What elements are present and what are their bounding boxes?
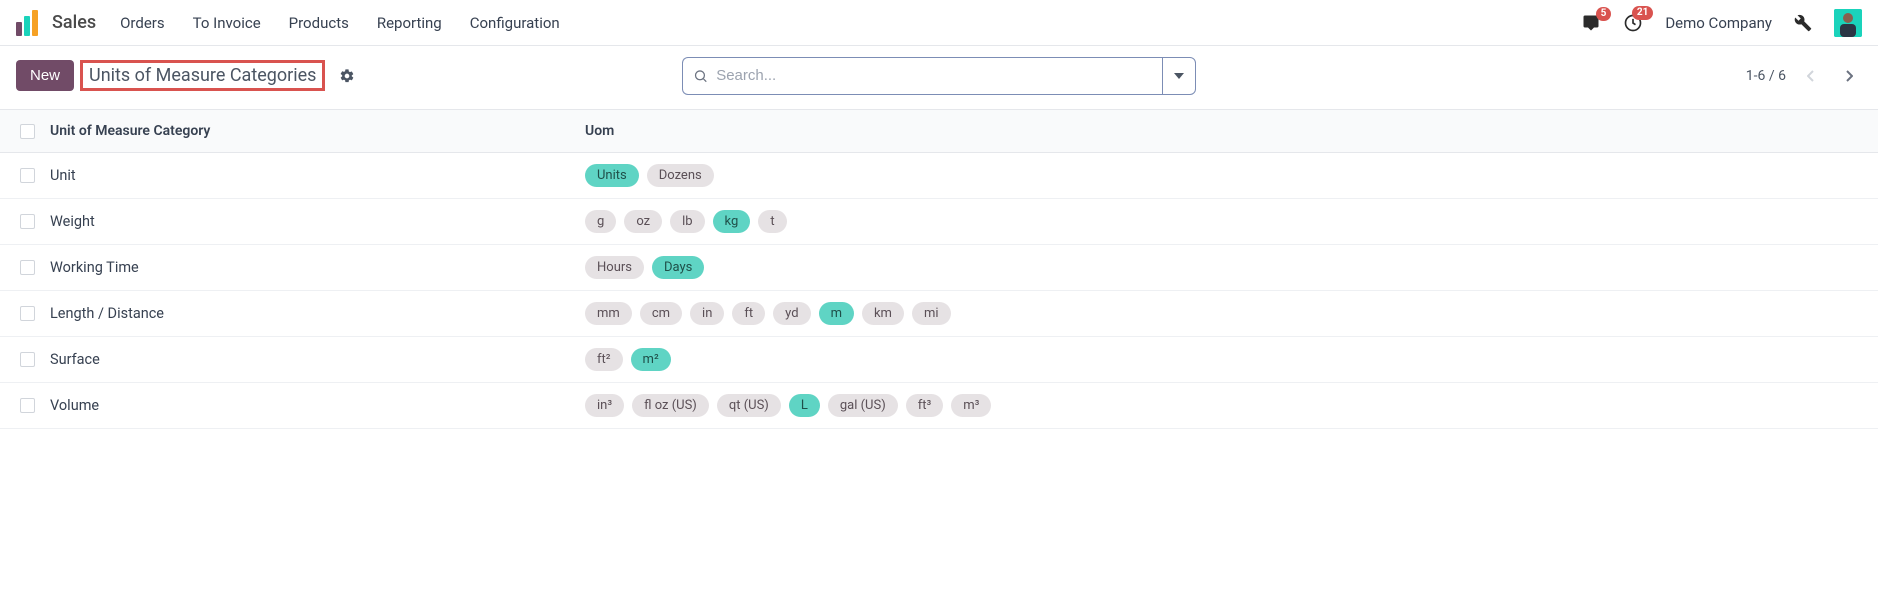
uom-tag[interactable]: cm <box>640 302 682 325</box>
category-name: Weight <box>50 213 95 230</box>
row-checkbox[interactable] <box>20 168 35 183</box>
control-panel: New Units of Measure Categories 1-6 / 6 <box>0 46 1878 109</box>
nav-menu: Orders To Invoice Products Reporting Con… <box>120 14 560 32</box>
table-row[interactable]: Surface ft² m² <box>0 337 1878 383</box>
table-body: Unit Units Dozens Weight gozlbkgt Working Tim… <box>0 153 1878 429</box>
activities-badge: 21 <box>1632 6 1653 20</box>
pager-text[interactable]: 1-6 / 6 <box>1746 68 1786 84</box>
nav-right: 5 21 Demo Company <box>1581 9 1862 37</box>
messages-badge: 5 <box>1596 7 1612 21</box>
uom-tags: ft² m² <box>585 348 1858 371</box>
breadcrumb-title: Units of Measure Categories <box>80 60 325 91</box>
table-row[interactable]: Volume in³ fl oz (US) qt (US) Lgal (US) ft³ m³ <box>0 383 1878 429</box>
uom-tag[interactable]: kg <box>713 210 751 233</box>
search-box[interactable] <box>682 57 1162 95</box>
header-uom[interactable]: Uom <box>585 123 1858 139</box>
category-name: Surface <box>50 351 100 368</box>
uom-tag[interactable]: L <box>789 394 820 417</box>
search-wrap <box>682 57 1196 95</box>
nav-item-configuration[interactable]: Configuration <box>470 14 560 32</box>
navbar: Sales Orders To Invoice Products Reporti… <box>0 0 1878 46</box>
search-icon <box>693 68 708 84</box>
uom-tag[interactable]: Dozens <box>647 164 714 187</box>
company-selector[interactable]: Demo Company <box>1665 14 1772 32</box>
category-name: Unit <box>50 167 76 184</box>
chevron-right-icon <box>1845 70 1853 82</box>
uom-tags: Units Dozens <box>585 164 1858 187</box>
pager-prev[interactable] <box>1798 62 1824 90</box>
uom-tag[interactable]: mi <box>912 302 951 325</box>
table-row[interactable]: Length / Distance mmcminftydmkmmi <box>0 291 1878 337</box>
uom-tags: Hours Days <box>585 256 1858 279</box>
app-logo-icon[interactable] <box>16 10 38 36</box>
category-name: Volume <box>50 397 99 414</box>
uom-tag[interactable]: mm <box>585 302 632 325</box>
nav-item-orders[interactable]: Orders <box>120 14 165 32</box>
pager-next[interactable] <box>1836 62 1862 90</box>
debug-icon[interactable] <box>1794 14 1812 32</box>
uom-tag[interactable]: km <box>862 302 904 325</box>
category-name: Length / Distance <box>50 305 164 322</box>
row-checkbox[interactable] <box>20 306 35 321</box>
select-all-checkbox[interactable] <box>20 124 35 139</box>
uom-tags: in³ fl oz (US) qt (US) Lgal (US) ft³ m³ <box>585 394 1858 417</box>
uom-tag[interactable]: m³ <box>951 394 991 417</box>
table-row[interactable]: Unit Units Dozens <box>0 153 1878 199</box>
uom-tag[interactable]: lb <box>670 210 704 233</box>
uom-tag[interactable]: in³ <box>585 394 624 417</box>
nav-item-to-invoice[interactable]: To Invoice <box>193 14 261 32</box>
pager: 1-6 / 6 <box>1746 62 1862 90</box>
app-name[interactable]: Sales <box>52 12 96 33</box>
uom-tag[interactable]: qt (US) <box>717 394 781 417</box>
uom-tag[interactable]: ft <box>732 302 765 325</box>
uom-tag[interactable]: oz <box>624 210 662 233</box>
row-checkbox[interactable] <box>20 398 35 413</box>
messages-icon[interactable]: 5 <box>1581 14 1601 32</box>
uom-tag[interactable]: fl oz (US) <box>632 394 709 417</box>
row-checkbox[interactable] <box>20 214 35 229</box>
uom-tag[interactable]: in <box>690 302 724 325</box>
uom-tags: gozlbkgt <box>585 210 1858 233</box>
table-row[interactable]: Weight gozlbkgt <box>0 199 1878 245</box>
uom-tag[interactable]: m² <box>631 348 671 371</box>
nav-item-reporting[interactable]: Reporting <box>377 14 442 32</box>
row-checkbox[interactable] <box>20 352 35 367</box>
list-view: Unit of Measure Category Uom Unit Units Do… <box>0 109 1878 429</box>
uom-tag[interactable]: ft² <box>585 348 623 371</box>
uom-tag[interactable]: Hours <box>585 256 644 279</box>
new-button[interactable]: New <box>16 60 74 91</box>
uom-tags: mmcminftydmkmmi <box>585 302 1858 325</box>
search-input[interactable] <box>716 67 1152 84</box>
uom-tag[interactable]: yd <box>773 302 810 325</box>
user-avatar[interactable] <box>1834 9 1862 37</box>
uom-tag[interactable]: ft³ <box>906 394 944 417</box>
header-category[interactable]: Unit of Measure Category <box>50 123 585 139</box>
uom-tag[interactable]: gal (US) <box>828 394 898 417</box>
table-header: Unit of Measure Category Uom <box>0 109 1878 153</box>
search-dropdown-toggle[interactable] <box>1162 57 1196 95</box>
table-row[interactable]: Working Time Hours Days <box>0 245 1878 291</box>
uom-tag[interactable]: m <box>819 302 854 325</box>
nav-item-products[interactable]: Products <box>289 14 349 32</box>
uom-tag[interactable]: Days <box>652 256 704 279</box>
uom-tag[interactable]: t <box>758 210 786 233</box>
uom-tag[interactable]: g <box>585 210 616 233</box>
gear-icon[interactable] <box>339 68 355 84</box>
chevron-left-icon <box>1807 70 1815 82</box>
category-name: Working Time <box>50 259 139 276</box>
row-checkbox[interactable] <box>20 260 35 275</box>
activities-icon[interactable]: 21 <box>1623 13 1643 33</box>
chevron-down-icon <box>1174 73 1184 79</box>
uom-tag[interactable]: Units <box>585 164 639 187</box>
